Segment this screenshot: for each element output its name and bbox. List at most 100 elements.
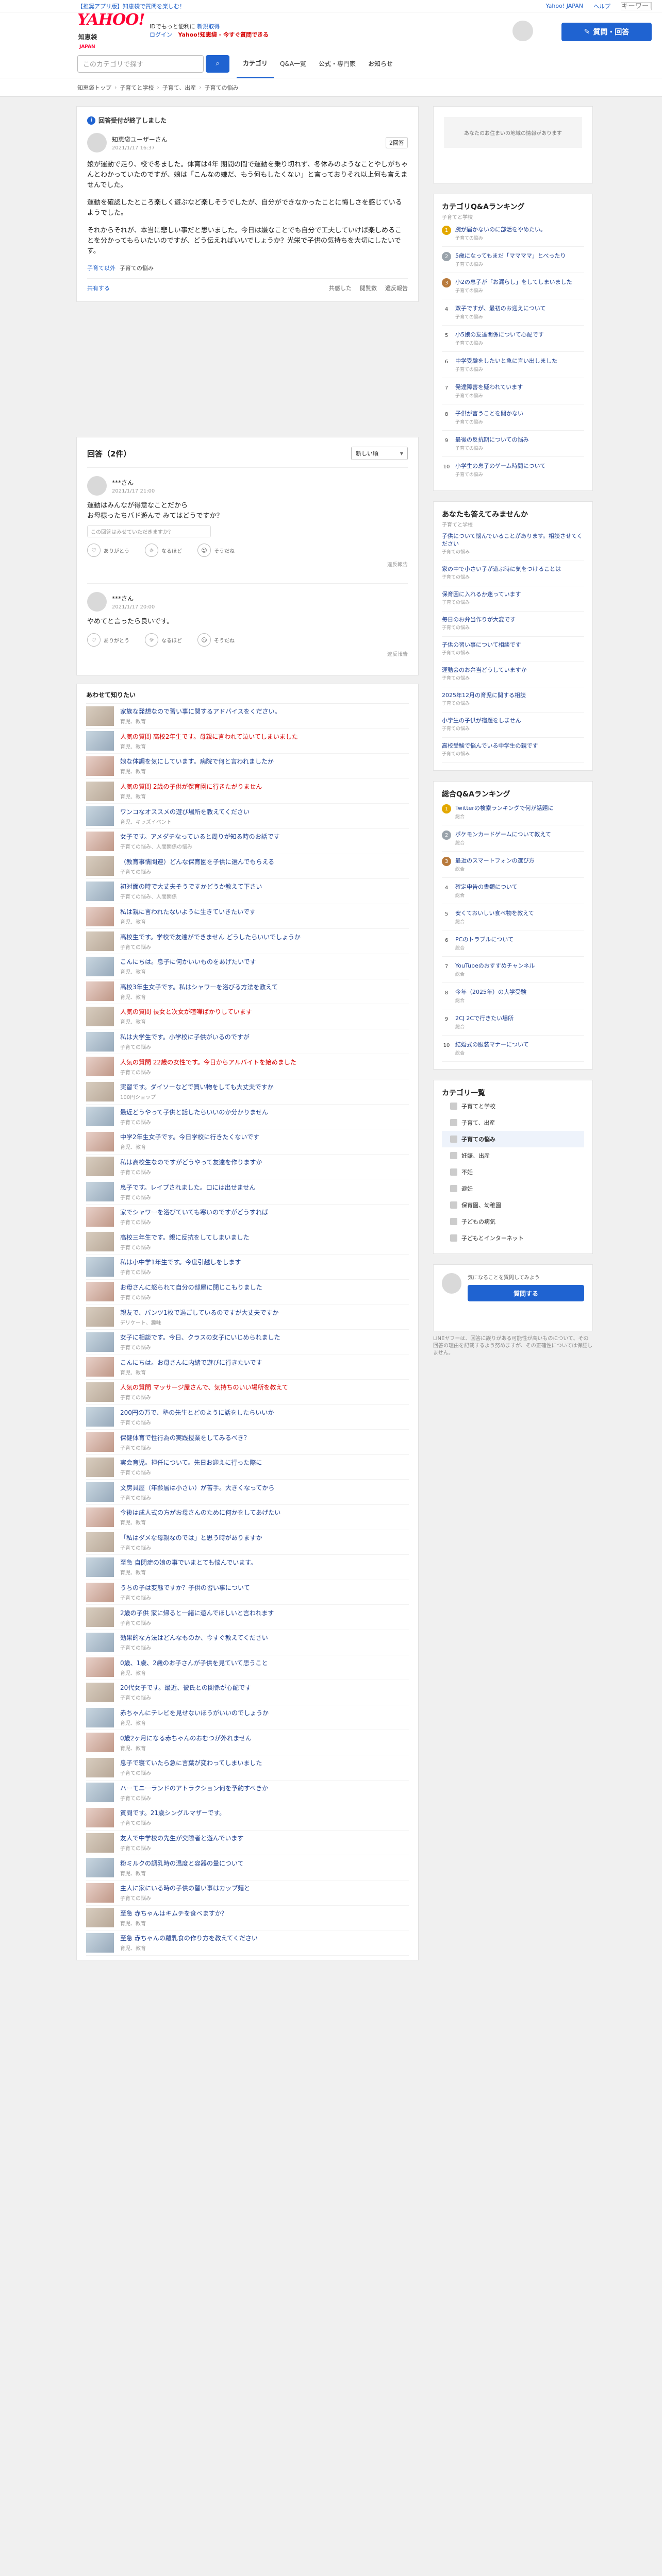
category-item[interactable]: 妊娠、出産: [442, 1147, 584, 1164]
list-item[interactable]: 効果的な方法はどんなものか、今すぐ教えてください 子育ての悩み: [86, 1630, 409, 1655]
reco-title[interactable]: 小学生の子供が宿題をしません: [442, 717, 584, 724]
list-item[interactable]: 中学2年生女子です。今日学校に行きたくないです 育児、教育: [86, 1129, 409, 1155]
ask-question-button[interactable]: ✎ 質問・回答: [561, 23, 652, 41]
list-item-title[interactable]: 20代女子です。最近、彼氏との関係が心配です: [120, 1683, 409, 1692]
rank-title[interactable]: 安くておいしい食べ物を教えて: [455, 909, 534, 917]
rank-title[interactable]: 小5娘の友達関係について心配です: [455, 331, 544, 338]
chiebukuro-logo[interactable]: YAHOO! 知恵袋 JAPAN: [77, 12, 145, 49]
reco-title[interactable]: 毎日のお弁当作りが大変です: [442, 616, 584, 623]
report-link[interactable]: 違反報告: [87, 560, 408, 568]
category-item[interactable]: 避妊: [442, 1180, 584, 1197]
rank-title[interactable]: 発達障害を疑われています: [455, 383, 523, 391]
ranking-item[interactable]: 1 腕が届かないのに部活をやめたい。 子育ての悩み: [442, 221, 584, 247]
ranking-item[interactable]: 3 最近のスマートフォンの選び方 総合: [442, 852, 584, 878]
category-link[interactable]: 子育ての悩み: [120, 265, 154, 272]
list-item-title[interactable]: 家族な発想なので習い事に関するアドバイスをください。: [120, 707, 409, 716]
rank-title[interactable]: 小2の息子が「お漏らし」をしてしまいました: [455, 278, 572, 286]
list-item[interactable]: 息子です。レイプされました。口には出せません 子育ての悩み: [86, 1179, 409, 1205]
list-item[interactable]: 私は高校生なのですがどうやって友達を作りますか 子育ての悩み: [86, 1155, 409, 1180]
ranking-item[interactable]: 7 YouTubeのおすすめチャンネル 総合: [442, 957, 584, 983]
list-item-title[interactable]: 家でシャワーを浴びていても寒いのですがどうすれば: [120, 1208, 409, 1216]
login-link[interactable]: ログイン: [150, 31, 172, 38]
list-item-title[interactable]: 粉ミルクの調乳時の温度と容器の量について: [120, 1859, 409, 1868]
ranking-item[interactable]: 4 双子ですが、最初のお迎えについて 子育ての悩み: [442, 299, 584, 326]
list-item-title[interactable]: 最近どうやって子供と話したらいいのか分かりません: [120, 1108, 409, 1116]
reaction-agree[interactable]: ☺ そうだね: [197, 633, 235, 647]
list-item-title[interactable]: 2歳の子供 家に帰ると一緒に遊んでほしいと言われます: [120, 1608, 409, 1617]
list-item-title[interactable]: 娘な体調を気にしています。病院で何と言われましたか: [120, 757, 409, 766]
list-item[interactable]: （教育事情関連）どんな保育園を子供に選んでもらえる 子育ての悩み: [86, 854, 409, 879]
help-link[interactable]: ヘルプ: [593, 2, 610, 10]
list-item[interactable]: こんにちは。お母さんに内緒で遊びに行きたいです 育児、教育: [86, 1354, 409, 1380]
reaction-agree[interactable]: ☺ そうだね: [197, 544, 235, 557]
category-item[interactable]: 不妊: [442, 1164, 584, 1180]
list-item[interactable]: 娘な体調を気にしています。病院で何と言われましたか 育児、教育: [86, 754, 409, 779]
reaction-thanks[interactable]: ♡ ありがとう: [87, 633, 129, 647]
rank-title[interactable]: PCのトラブルについて: [455, 936, 514, 943]
list-item-title[interactable]: 実会育児。担任について。先日お迎えに行った際に: [120, 1458, 409, 1467]
reco-item[interactable]: 保育園に入れるか迷っています 子育ての悩み: [442, 586, 584, 612]
list-item[interactable]: 最近どうやって子供と話したらいいのか分かりません 子育ての悩み: [86, 1105, 409, 1130]
category-item[interactable]: 子どもとインターネット: [442, 1230, 584, 1246]
list-item[interactable]: 人気の質問 長女と次女が喧嘩ばかりしています 育児、教育: [86, 1004, 409, 1029]
list-item[interactable]: うちの子は変態ですか？子供の習い事について 子育ての悩み: [86, 1580, 409, 1605]
report-link[interactable]: 違反報告: [385, 284, 408, 292]
breadcrumb-item[interactable]: 子育ての悩み: [205, 83, 239, 92]
list-item[interactable]: ハーモニーランドのアトラクション何を予約すべきか 子育ての悩み: [86, 1781, 409, 1806]
list-item[interactable]: 20代女子です。最近、彼氏との関係が心配です 子育ての悩み: [86, 1680, 409, 1705]
breadcrumb-item[interactable]: 子育てと学校: [120, 83, 154, 92]
list-item[interactable]: お母さんに怒られて自分の部屋に閉じこもりました 子育ての悩み: [86, 1280, 409, 1305]
list-item[interactable]: 人気の質問 2歳の子供が保育園に行きたがりません 育児、教育: [86, 779, 409, 804]
rank-title[interactable]: 結婚式の服装マナーについて: [455, 1041, 529, 1048]
list-item-title[interactable]: こんにちは。お母さんに内緒で遊びに行きたいです: [120, 1358, 409, 1367]
list-item-title[interactable]: （教育事情関連）どんな保育園を子供に選んでもらえる: [120, 857, 409, 866]
ranking-item[interactable]: 8 子供が言うことを聞かない 子育ての悩み: [442, 404, 584, 431]
list-item[interactable]: こんにちは。息子に何かいいものをあげたいです 育児、教育: [86, 954, 409, 979]
category-item[interactable]: 保育園、幼稚園: [442, 1197, 584, 1213]
list-item-title[interactable]: 私は小中学1年生です。今度引越しをします: [120, 1258, 409, 1266]
reco-title[interactable]: 保育園に入れるか迷っています: [442, 590, 584, 598]
list-item[interactable]: 今後は成人式の方がお母さんのために何かをしてあげたい 育児、教育: [86, 1505, 409, 1530]
list-item[interactable]: 2歳の子供 家に帰ると一緒に遊んでほしいと言われます 子育ての悩み: [86, 1605, 409, 1630]
list-item-title[interactable]: 保健体育で性行為の実践授業をしてみるべき？: [120, 1433, 409, 1442]
list-item[interactable]: 家族な発想なので習い事に関するアドバイスをください。 育児、教育: [86, 704, 409, 729]
list-item[interactable]: 実会育児。担任について。先日お迎えに行った際に 子育ての悩み: [86, 1455, 409, 1480]
list-item-title[interactable]: 高校生です。学校で友達ができません どうしたらいいでしょうか: [120, 933, 409, 941]
ranking-item[interactable]: 1 Twitterの検索ランキングで何が話題に 総合: [442, 799, 584, 825]
list-item-title[interactable]: お母さんに怒られて自分の部屋に閉じこもりました: [120, 1283, 409, 1292]
empathy-button[interactable]: 共感した: [329, 284, 352, 292]
list-item-title[interactable]: 高校3年生女子です。私はシャワーを浴びる方法を教えて: [120, 982, 409, 991]
list-item[interactable]: 赤ちゃんにテレビを見せないほうがいいのでしょうか 育児、教育: [86, 1705, 409, 1731]
list-item-title[interactable]: 中学2年生女子です。今日学校に行きたくないです: [120, 1132, 409, 1141]
list-item[interactable]: 実習です。ダイソーなどで買い物をしても大丈夫ですか 100円ショップ: [86, 1079, 409, 1105]
list-item[interactable]: 200円の万で、塾の先生とどのように話をしたらいいか 子育ての悩み: [86, 1405, 409, 1430]
list-item[interactable]: 0歳、1歳、2歳のお子さんが子供を見ていて思うこと 育児、教育: [86, 1655, 409, 1681]
ranking-item[interactable]: 5 小5娘の友達関係について心配です 子育ての悩み: [442, 326, 584, 352]
list-item-title[interactable]: 至急 自閉症の娘の事でいまとても悩んでいます。: [120, 1558, 409, 1567]
reco-title[interactable]: 2025年12月の育児に関する相談: [442, 691, 584, 699]
rank-title[interactable]: 今年（2025年）の大学受験: [455, 988, 526, 996]
list-item[interactable]: 主人に家にいる時の子供の習い事はカップ麺と 子育ての悩み: [86, 1880, 409, 1906]
reco-item[interactable]: 小学生の子供が宿題をしません 子育ての悩み: [442, 713, 584, 738]
ranking-item[interactable]: 2 5歳になってもまだ「ママママ」とべったり 子育ての悩み: [442, 247, 584, 273]
list-item-title[interactable]: 人気の質問 22歳の女性です。今日からアルバイトを始めました: [120, 1058, 409, 1066]
list-item-title[interactable]: 高校三年生です。親に反抗をしてしまいました: [120, 1233, 409, 1242]
yahoo-japan-link[interactable]: Yahoo! JAPAN: [545, 3, 583, 9]
list-item-title[interactable]: うちの子は変態ですか？子供の習い事について: [120, 1583, 409, 1592]
list-item-title[interactable]: 主人に家にいる時の子供の習い事はカップ麺と: [120, 1884, 409, 1892]
ranking-item[interactable]: 9 2CJ 2Cで行きたい場所 総合: [442, 1009, 584, 1036]
tab-qa-list[interactable]: Q&A一覧: [274, 49, 312, 78]
list-item[interactable]: 高校3年生女子です。私はシャワーを浴びる方法を教えて 育児、教育: [86, 979, 409, 1005]
list-item[interactable]: 高校生です。学校で友達ができません どうしたらいいでしょうか 子育ての悩み: [86, 929, 409, 954]
rank-title[interactable]: ポケモンカードゲームについて教えて: [455, 831, 551, 838]
list-item[interactable]: 人気の質問 22歳の女性です。今日からアルバイトを始めました 子育ての悩み: [86, 1054, 409, 1079]
rank-title[interactable]: 中学受験をしたいと急に言い出しました: [455, 357, 557, 365]
list-item[interactable]: 私は親に言われたないように生きていきたいです 育児、教育: [86, 904, 409, 929]
ranking-item[interactable]: 6 PCのトラブルについて 総合: [442, 930, 584, 957]
ranking-item[interactable]: 3 小2の息子が「お漏らし」をしてしまいました 子育ての悩み: [442, 273, 584, 299]
reco-title[interactable]: 家の中で小さい子が遊ぶ時に気をつけることは: [442, 565, 584, 573]
user-avatar[interactable]: [512, 21, 533, 41]
list-item-title[interactable]: 文房具屋（年齢層は小さい）が苦手。大きくなってから: [120, 1483, 409, 1492]
reaction-thanks[interactable]: ♡ ありがとう: [87, 544, 129, 557]
breadcrumb-item[interactable]: 知恵袋トップ: [77, 83, 111, 92]
